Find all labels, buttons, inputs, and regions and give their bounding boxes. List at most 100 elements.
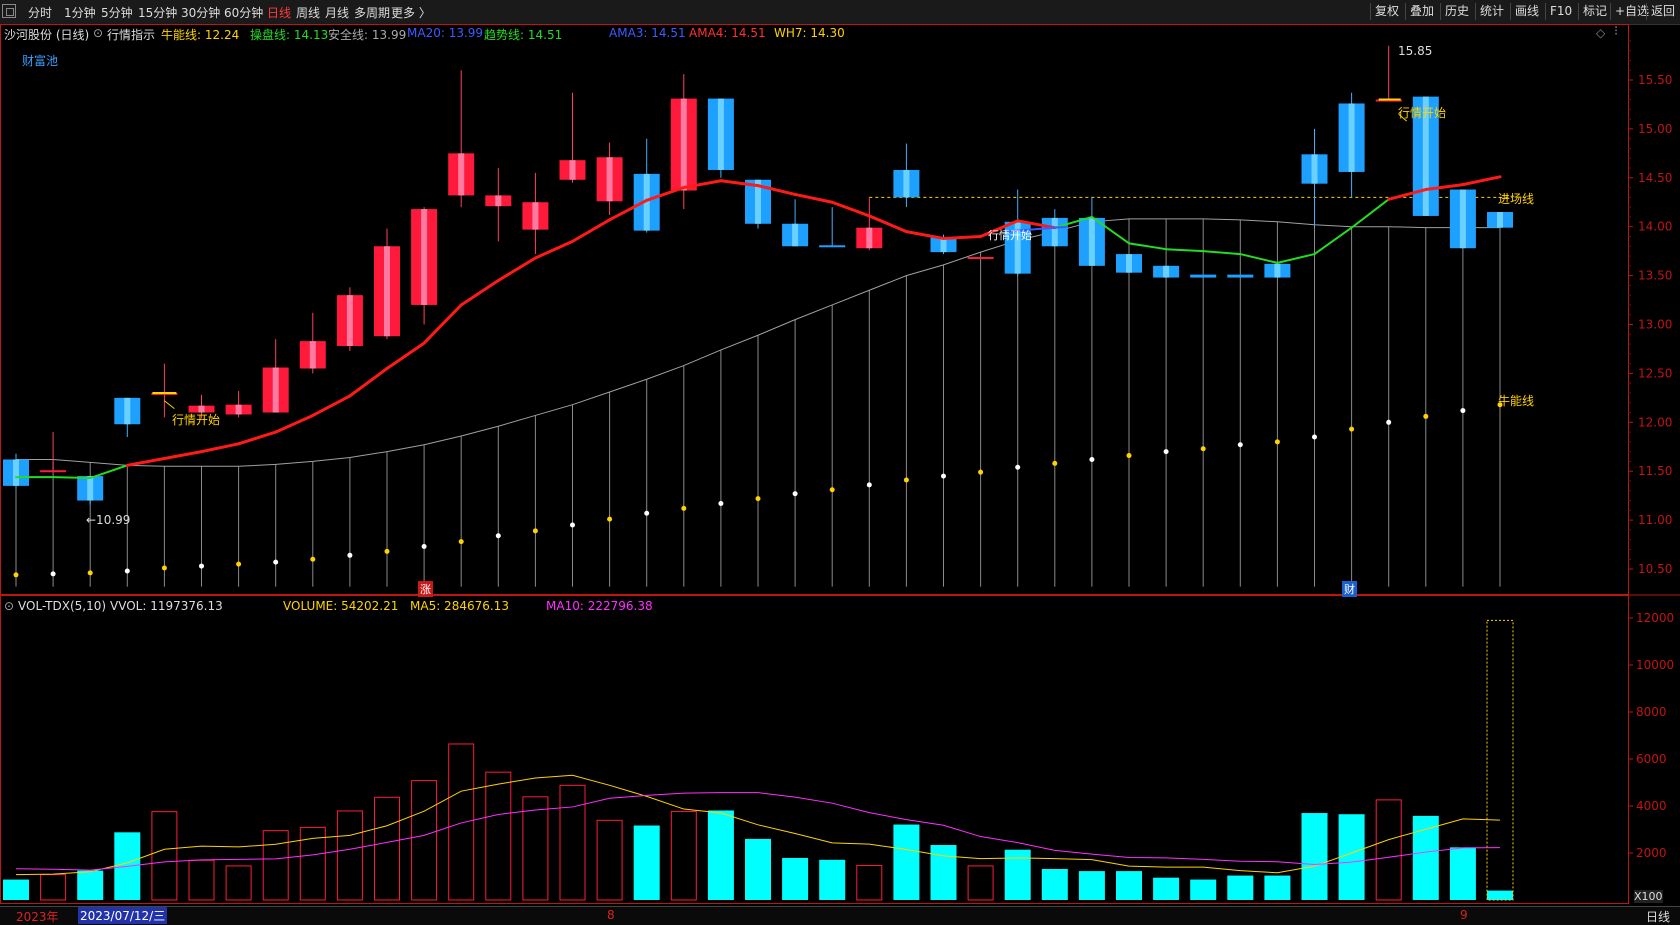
- bull-dot-38: [1423, 413, 1429, 419]
- period-tab-2[interactable]: 5分钟: [101, 4, 133, 21]
- period-tab-8[interactable]: 月线: [325, 4, 349, 21]
- candle-core-24: [903, 169, 910, 198]
- vol-bar-32: [1190, 879, 1217, 900]
- trend-segment-13: [496, 256, 537, 282]
- bull-dot-22: [829, 487, 835, 493]
- vol-toggle-icon[interactable]: ⊙: [4, 599, 14, 613]
- toolbar-button-1[interactable]: 叠加: [1405, 3, 1438, 20]
- month-8-label: 8: [607, 908, 615, 922]
- candle-core-12: [458, 153, 465, 196]
- wealth-pool-link[interactable]: 财富池: [22, 52, 58, 69]
- vol-bar-36: [1338, 814, 1365, 900]
- candle-core-0: [13, 459, 19, 486]
- candle-core-8: [309, 341, 316, 369]
- period-tab-4[interactable]: 30分钟: [181, 4, 220, 21]
- vol-bar-33: [1227, 875, 1254, 900]
- bull-dot-15: [570, 522, 575, 528]
- candle-core-18: [680, 98, 687, 191]
- cursor-date: 2023/07/12/三: [78, 907, 168, 924]
- bull-dot-9: [347, 552, 353, 558]
- trend-segment-12: [459, 278, 500, 307]
- candle-core-21: [792, 223, 799, 247]
- bull-dot-31: [1163, 449, 1169, 455]
- period-tab-9[interactable]: 多周期: [354, 4, 390, 21]
- vol-bar-37: [1375, 799, 1402, 901]
- candle-core-3: [124, 397, 131, 425]
- trend-segment-36: [1350, 198, 1390, 229]
- trend-start-label: 行情开始: [172, 413, 221, 427]
- toolbar-button-3[interactable]: 统计: [1475, 3, 1508, 20]
- indicator-name: 行情指示: [107, 28, 156, 42]
- trend-start-label-3: 行情开始: [988, 229, 1032, 242]
- toolbar-button-4[interactable]: 画线: [1510, 3, 1543, 20]
- period-indicator[interactable]: 日线: [1646, 908, 1670, 925]
- trend-segment-21: [793, 192, 834, 204]
- trend-segment-2: [89, 464, 129, 480]
- vol-bar-13: [485, 771, 512, 901]
- price-tick-5: 13.00: [1638, 318, 1672, 332]
- price-tick-0: 10.50: [1638, 562, 1672, 576]
- bull-dot-0: [13, 572, 19, 578]
- toolbar-button-0[interactable]: 复权: [1370, 3, 1403, 20]
- candle-core-19: [717, 98, 724, 170]
- trend-segment-32: [1202, 250, 1242, 256]
- bull-dot-5: [199, 563, 204, 569]
- period-tab-1[interactable]: 1分钟: [64, 4, 96, 21]
- toolbar-button-6[interactable]: 标记: [1578, 3, 1611, 20]
- candle-core-10: [384, 246, 390, 337]
- candle-core-40: [1497, 212, 1503, 228]
- period-tab-6[interactable]: 日线: [267, 4, 291, 21]
- vol-bar-40: [1487, 890, 1513, 900]
- diamond-icon[interactable]: ◇: [1596, 26, 1605, 40]
- candle-26: [967, 257, 994, 260]
- period-tab-5[interactable]: 60分钟: [224, 4, 263, 21]
- trend-segment-4: [162, 450, 203, 460]
- vol-bar-25: [930, 845, 957, 900]
- trend-segment-15: [571, 218, 612, 243]
- vol-tick-3: 8000: [1636, 705, 1667, 719]
- trend-segment-33: [1239, 253, 1279, 264]
- vol-bar-1: [40, 874, 67, 901]
- candle-core-6: [235, 404, 242, 415]
- bull-dot-20: [755, 496, 761, 502]
- toolbar-button-5[interactable]: F10: [1545, 3, 1576, 20]
- vol-value-1: VOLUME: 54202.21: [283, 599, 399, 613]
- vol-bar-14: [522, 796, 549, 901]
- vol-bar-17: [633, 825, 660, 900]
- trend-segment-5: [200, 442, 241, 454]
- trend-segment-22: [830, 200, 871, 218]
- candle-core-28: [1051, 217, 1058, 247]
- window-icon[interactable]: [2, 4, 16, 18]
- vol-bar-7: [262, 830, 289, 901]
- candle-core-39: [1459, 189, 1466, 249]
- indicator-value-2: 安全线: 13.99: [328, 28, 407, 42]
- bull-dot-34: [1274, 439, 1280, 445]
- candle-core-23: [866, 227, 873, 249]
- indicator-toggle-icon[interactable]: ⊙: [93, 26, 103, 40]
- vol-bar-9: [336, 810, 363, 901]
- bull-dot-14: [532, 528, 538, 534]
- trend-segment-25: [942, 234, 983, 240]
- period-tab-10[interactable]: 更多 〉: [391, 4, 431, 21]
- candle-core-11: [421, 209, 428, 305]
- stock-chart[interactable]: 10.50 11.00 11.50 12.00 12.50 13.00 13.50 14.00…: [0, 24, 1680, 906]
- vol-bar-38: [1412, 815, 1439, 900]
- period-tab-7[interactable]: 周线: [296, 4, 320, 21]
- trend-segment-1: [52, 476, 92, 480]
- price-tick-4: 12.50: [1638, 366, 1672, 380]
- period-tab-0[interactable]: 分时: [28, 4, 52, 21]
- toolbar-button-2[interactable]: 历史: [1440, 3, 1473, 20]
- toolbar-button-8[interactable]: 返回: [1646, 3, 1679, 20]
- bull-line-label: 牛能线: [1498, 394, 1535, 408]
- expand-icon[interactable]: ⁝: [1614, 24, 1618, 39]
- candle-core-35: [1311, 154, 1318, 184]
- price-tick-8: 14.50: [1638, 171, 1672, 185]
- candle-core-31: [1163, 265, 1170, 278]
- vol-bar-28: [1041, 868, 1068, 900]
- bull-dot-23: [866, 482, 872, 488]
- period-tab-3[interactable]: 15分钟: [138, 4, 177, 21]
- candle-core-15: [569, 160, 576, 180]
- bull-dot-18: [681, 505, 687, 511]
- bull-dot-19: [718, 500, 724, 506]
- candle-core-13: [495, 195, 502, 207]
